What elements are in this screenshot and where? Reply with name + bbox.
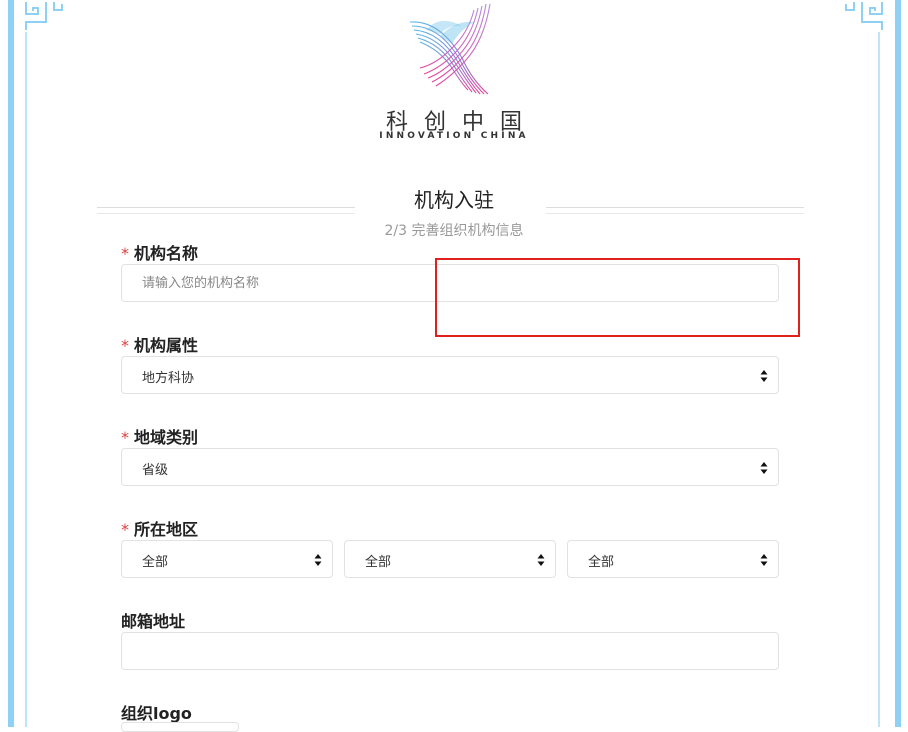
select-updown-icon bbox=[760, 462, 768, 474]
region-type-label: * 地域类别 bbox=[121, 428, 199, 447]
city-selected-value: 全部 bbox=[365, 555, 392, 570]
logo-label: 组织logo bbox=[121, 704, 192, 723]
location-label: * 所在地区 bbox=[121, 520, 199, 539]
select-updown-icon bbox=[760, 370, 768, 382]
title-divider-left-2 bbox=[97, 213, 355, 214]
province-selected-value: 全部 bbox=[142, 555, 169, 570]
region-type-select[interactable]: 省级 bbox=[121, 448, 779, 486]
required-mark: * bbox=[121, 428, 129, 447]
brand-name-en: INNOVATION CHINA bbox=[379, 131, 529, 141]
org-type-selected-value: 地方科协 bbox=[142, 371, 195, 386]
select-updown-icon bbox=[760, 554, 768, 566]
select-updown-icon bbox=[314, 554, 322, 566]
email-input[interactable] bbox=[122, 633, 778, 669]
district-selected-value: 全部 bbox=[588, 555, 615, 570]
required-mark: * bbox=[121, 244, 129, 263]
org-name-label: * 机构名称 bbox=[121, 244, 199, 263]
select-updown-icon bbox=[537, 554, 545, 566]
email-label: 邮箱地址 bbox=[121, 612, 186, 631]
required-mark: * bbox=[121, 336, 129, 355]
corner-ornament-left-icon bbox=[25, 2, 63, 30]
org-type-select[interactable]: 地方科协 bbox=[121, 356, 779, 394]
logo-upload-button[interactable] bbox=[121, 722, 239, 732]
corner-ornament-right-icon bbox=[845, 2, 883, 30]
province-select[interactable]: 全部 bbox=[121, 540, 333, 578]
city-select[interactable]: 全部 bbox=[344, 540, 556, 578]
district-select[interactable]: 全部 bbox=[567, 540, 779, 578]
region-type-selected-value: 省级 bbox=[142, 463, 169, 478]
step-indicator: 2/3 完善组织机构信息 bbox=[384, 223, 524, 239]
page-title: 机构入驻 bbox=[414, 188, 494, 212]
page-frame: 科创中国 INNOVATION CHINA 机构入驻 2/3 完善组织机构信息 … bbox=[0, 0, 908, 732]
title-divider-right-2 bbox=[546, 213, 804, 214]
email-field-wrapper bbox=[121, 632, 779, 670]
required-mark: * bbox=[121, 520, 129, 539]
innovation-china-logo bbox=[409, 3, 491, 95]
org-type-label: * 机构属性 bbox=[121, 336, 199, 355]
highlight-box bbox=[435, 258, 800, 337]
